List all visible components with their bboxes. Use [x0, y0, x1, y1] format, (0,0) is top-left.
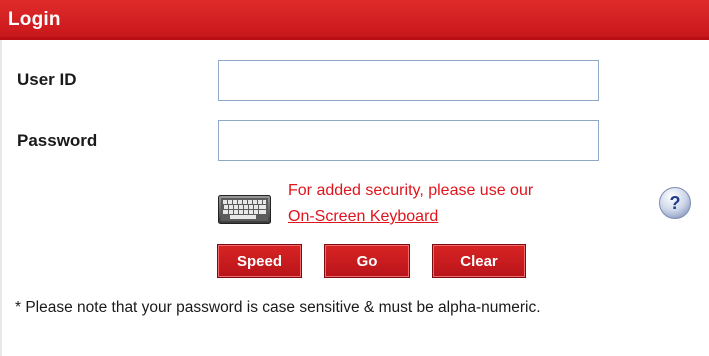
clear-button-label: Clear	[460, 252, 498, 270]
user-id-label: User ID	[17, 70, 77, 89]
panel-title: Login	[8, 9, 61, 30]
panel-left-border	[0, 40, 2, 356]
user-id-input[interactable]	[218, 60, 599, 101]
login-panel: Login User ID Password For added securit…	[0, 0, 709, 356]
help-icon[interactable]: ?	[658, 186, 692, 220]
security-message-text: For added security, please use our	[288, 182, 534, 199]
help-glyph: ?	[670, 193, 681, 213]
on-screen-keyboard-link[interactable]: On-Screen Keyboard	[288, 208, 438, 225]
keyboard-icon[interactable]	[218, 195, 271, 224]
speed-button-label: Speed	[236, 252, 282, 270]
go-button-label: Go	[356, 252, 378, 270]
clear-button[interactable]: Clear	[432, 244, 526, 278]
password-label: Password	[17, 131, 98, 150]
security-message: For added security, please use our On-Sc…	[288, 178, 533, 230]
password-input[interactable]	[218, 120, 599, 161]
login-title-bar: Login	[0, 0, 709, 40]
password-note: * Please note that your password is case…	[15, 299, 541, 316]
go-button[interactable]: Go	[324, 244, 410, 278]
speed-button[interactable]: Speed	[217, 244, 302, 278]
